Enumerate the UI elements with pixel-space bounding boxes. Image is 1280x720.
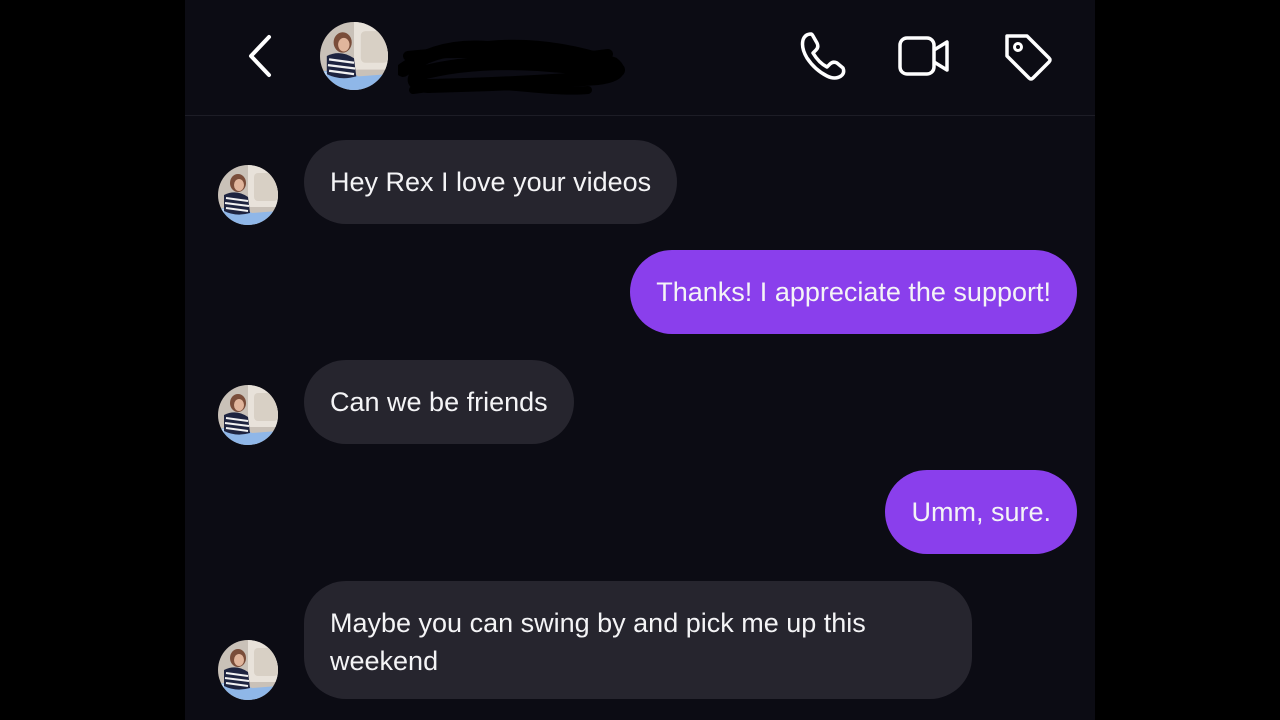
phone-icon bbox=[800, 32, 846, 80]
sender-avatar[interactable] bbox=[218, 385, 278, 445]
outgoing-message[interactable]: Umm, sure. bbox=[885, 470, 1077, 554]
video-call-button[interactable] bbox=[897, 30, 949, 82]
sender-avatar[interactable] bbox=[218, 165, 278, 225]
tag-icon bbox=[1005, 34, 1052, 81]
tag-button[interactable] bbox=[1001, 30, 1053, 82]
chat-header bbox=[185, 0, 1095, 116]
call-button[interactable] bbox=[797, 30, 849, 82]
redaction-scribble bbox=[398, 39, 625, 95]
sender-avatar[interactable] bbox=[218, 640, 278, 700]
incoming-message[interactable]: Can we be friends bbox=[304, 360, 574, 444]
incoming-message[interactable]: Maybe you can swing by and pick me up th… bbox=[304, 581, 972, 699]
contact-avatar[interactable] bbox=[320, 22, 388, 90]
incoming-message[interactable]: Hey Rex I love your videos bbox=[304, 140, 678, 224]
back-button[interactable] bbox=[241, 33, 281, 79]
video-camera-icon bbox=[898, 36, 949, 76]
chevron-left-icon bbox=[249, 35, 271, 77]
chat-screen: Hey Rex I love your videos Thanks! I app… bbox=[185, 0, 1095, 720]
outgoing-message[interactable]: Thanks! I appreciate the support! bbox=[630, 250, 1077, 334]
